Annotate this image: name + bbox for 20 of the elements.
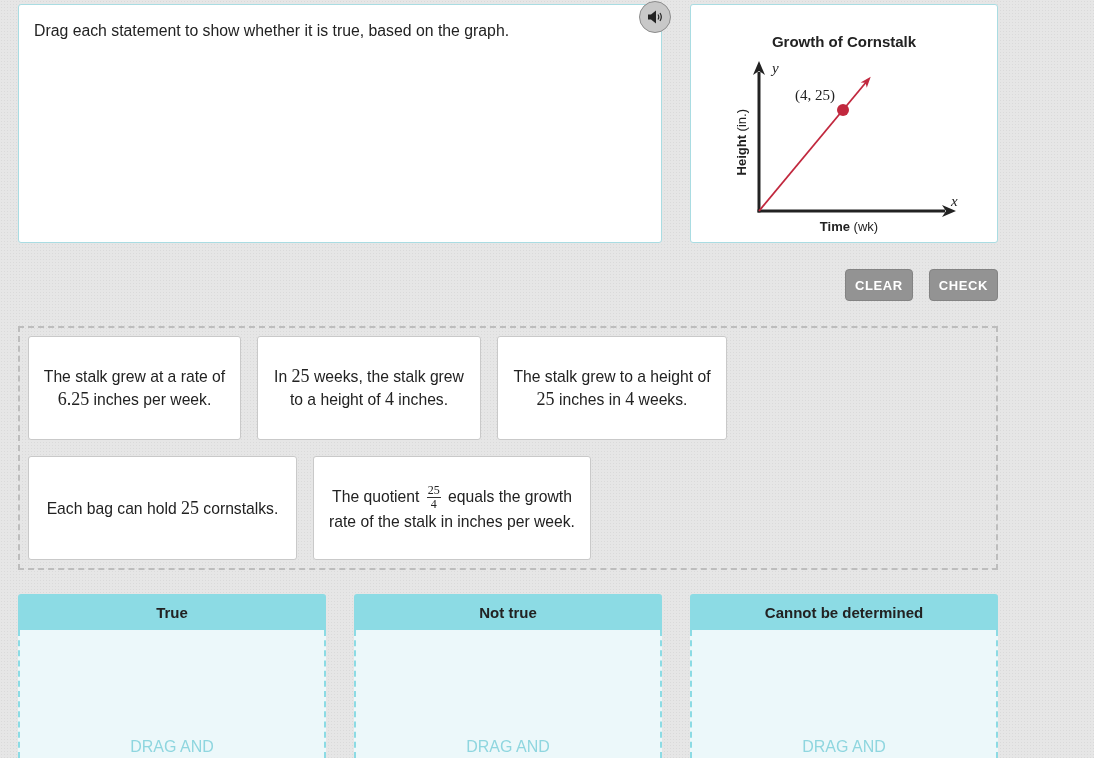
category-header: Cannot be determined — [690, 594, 998, 630]
statement-card[interactable]: The stalk grew at a rate of 6.25 inches per week. — [28, 336, 241, 440]
point-label: (4, 25) — [795, 87, 835, 103]
statement-card[interactable]: The stalk grew to a height of 25 inches in 4 weeks. — [497, 336, 727, 440]
axis-symbol: y — [772, 60, 779, 76]
x-axis-label: Time (wk) — [819, 219, 879, 234]
speaker-icon — [647, 10, 663, 24]
y-axis-label: Height (in.) — [734, 108, 749, 176]
category-header: Not true — [354, 594, 662, 630]
category-header: True — [18, 594, 326, 630]
graph-title: Growth of Cornstalk — [771, 33, 917, 51]
drop-hint: DRAG AND — [466, 738, 550, 756]
axis-symbol: x — [951, 193, 958, 209]
audio-button[interactable] — [639, 1, 671, 33]
statement-card[interactable]: Each bag can hold 25 cornstalks. — [28, 456, 297, 560]
question-prompt: Drag each statement to show whether it is true, based on the graph. — [34, 21, 511, 41]
statement-card[interactable]: In 25 weeks, the stalk grew to a height of 4 inches. — [257, 336, 481, 440]
graph-point — [837, 104, 849, 116]
drop-hint: DRAG AND — [802, 738, 886, 756]
drop-hint: DRAG AND — [130, 738, 214, 756]
